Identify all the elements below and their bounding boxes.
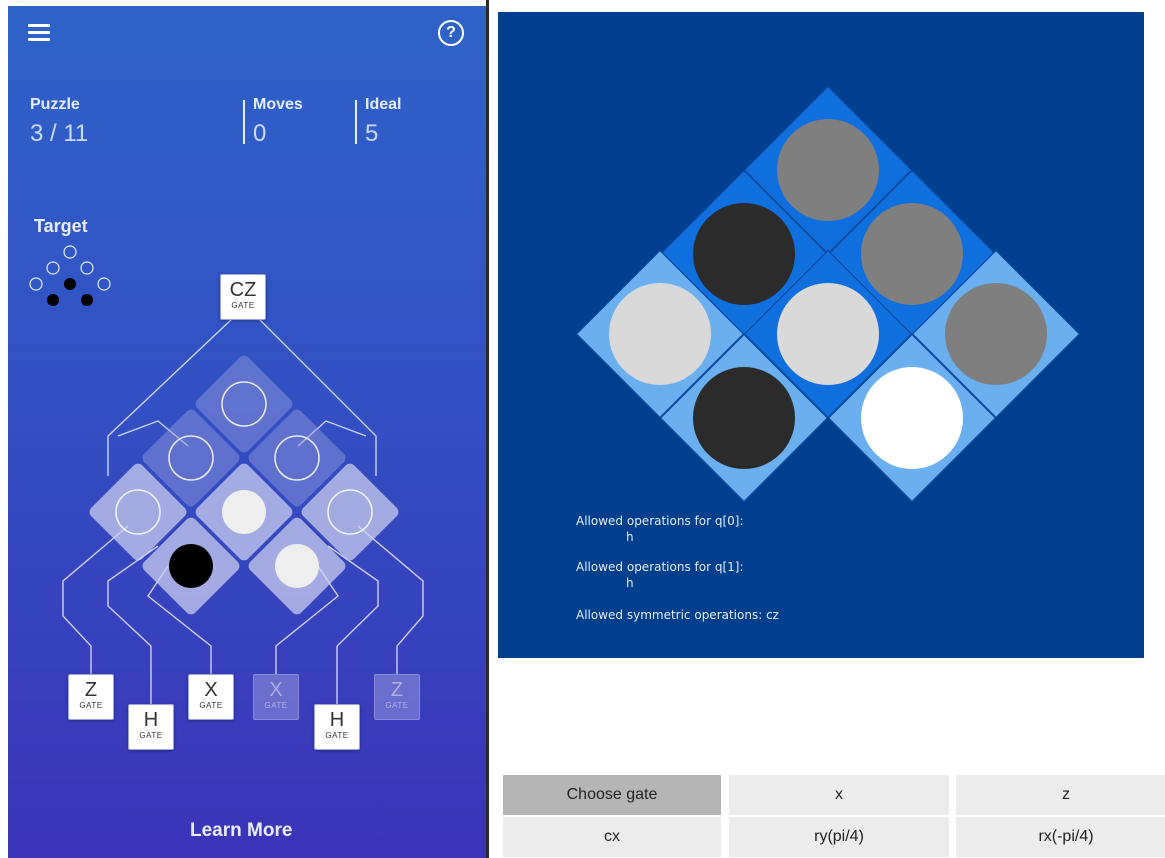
gate-button-2[interactable]: X GATE (188, 674, 234, 720)
gate-subtitle: GATE (264, 701, 288, 710)
gate-choice-1[interactable]: x (729, 775, 949, 815)
gate-button-3: X GATE (253, 674, 299, 720)
allowed-op-line: Allowed symmetric operations: cz (576, 608, 779, 622)
gate-name: X (269, 679, 283, 701)
gate-name: H (329, 709, 345, 731)
target-dot-empty (97, 277, 111, 291)
target-dot-filled (81, 294, 93, 306)
gate-choice-2[interactable]: z (956, 775, 1165, 815)
gate-subtitle: GATE (79, 701, 103, 710)
gate-button-0[interactable]: Z GATE (68, 674, 114, 720)
gate-subtitle: GATE (385, 701, 409, 710)
pane-divider (486, 0, 489, 858)
gate-name: X (204, 679, 218, 701)
gate-subtitle: GATE (231, 301, 255, 310)
qubit-state-circle (693, 203, 795, 305)
qubit-state-circle (609, 283, 711, 385)
viz-tiles (575, 85, 1081, 503)
target-dot-filled (47, 294, 59, 306)
target-dot-empty (29, 277, 43, 291)
qubit-state-circle (861, 367, 963, 469)
gate-choice-5[interactable]: rx(-pi/4) (956, 817, 1165, 857)
gate-button-4[interactable]: H GATE (314, 704, 360, 750)
gate-button-5: Z GATE (374, 674, 420, 720)
learn-more-link[interactable]: Learn More (190, 820, 292, 842)
target-dot-empty (63, 245, 77, 259)
gate-subtitle: GATE (139, 731, 163, 740)
allowed-op-line: Allowed operations for q[0]: (576, 514, 744, 528)
cz-gate-button[interactable]: CZ GATE (220, 274, 266, 320)
target-dot-empty (80, 261, 94, 275)
allowed-op-line: Allowed operations for q[1]: (576, 560, 744, 574)
gate-choice-0[interactable]: Choose gate (503, 775, 721, 815)
qubit-state-circle (861, 203, 963, 305)
game-board (29, 245, 424, 704)
black-qubit-marker (169, 544, 213, 588)
superposition-marker (275, 544, 319, 588)
gate-name: H (143, 709, 159, 731)
quantum-game-app: ? Puzzle 3 / 11 Moves 0 Ideal 5 Target C… (8, 6, 486, 858)
board-tiles (89, 355, 399, 615)
allowed-op-line: h (626, 530, 634, 544)
qubit-state-circle (945, 283, 1047, 385)
qubit-state-circle (693, 367, 795, 469)
gate-button-1[interactable]: H GATE (128, 704, 174, 750)
target-dot-empty (46, 261, 60, 275)
gate-name: CZ (229, 279, 257, 301)
gate-subtitle: GATE (199, 701, 223, 710)
superposition-marker (222, 490, 266, 534)
qubit-state-circle (777, 119, 879, 221)
allowed-op-line: h (626, 576, 634, 590)
gate-name: Z (84, 679, 98, 701)
gate-choice-4[interactable]: ry(pi/4) (729, 817, 949, 857)
gate-choice-3[interactable]: cx (503, 817, 721, 857)
gate-subtitle: GATE (325, 731, 349, 740)
target-dot-filled (64, 278, 76, 290)
gate-name: Z (390, 679, 404, 701)
qubit-state-circle (777, 283, 879, 385)
qubit-visualization: Allowed operations for q[0]: h Allowed ope… (498, 12, 1144, 658)
target-pattern (29, 245, 111, 306)
